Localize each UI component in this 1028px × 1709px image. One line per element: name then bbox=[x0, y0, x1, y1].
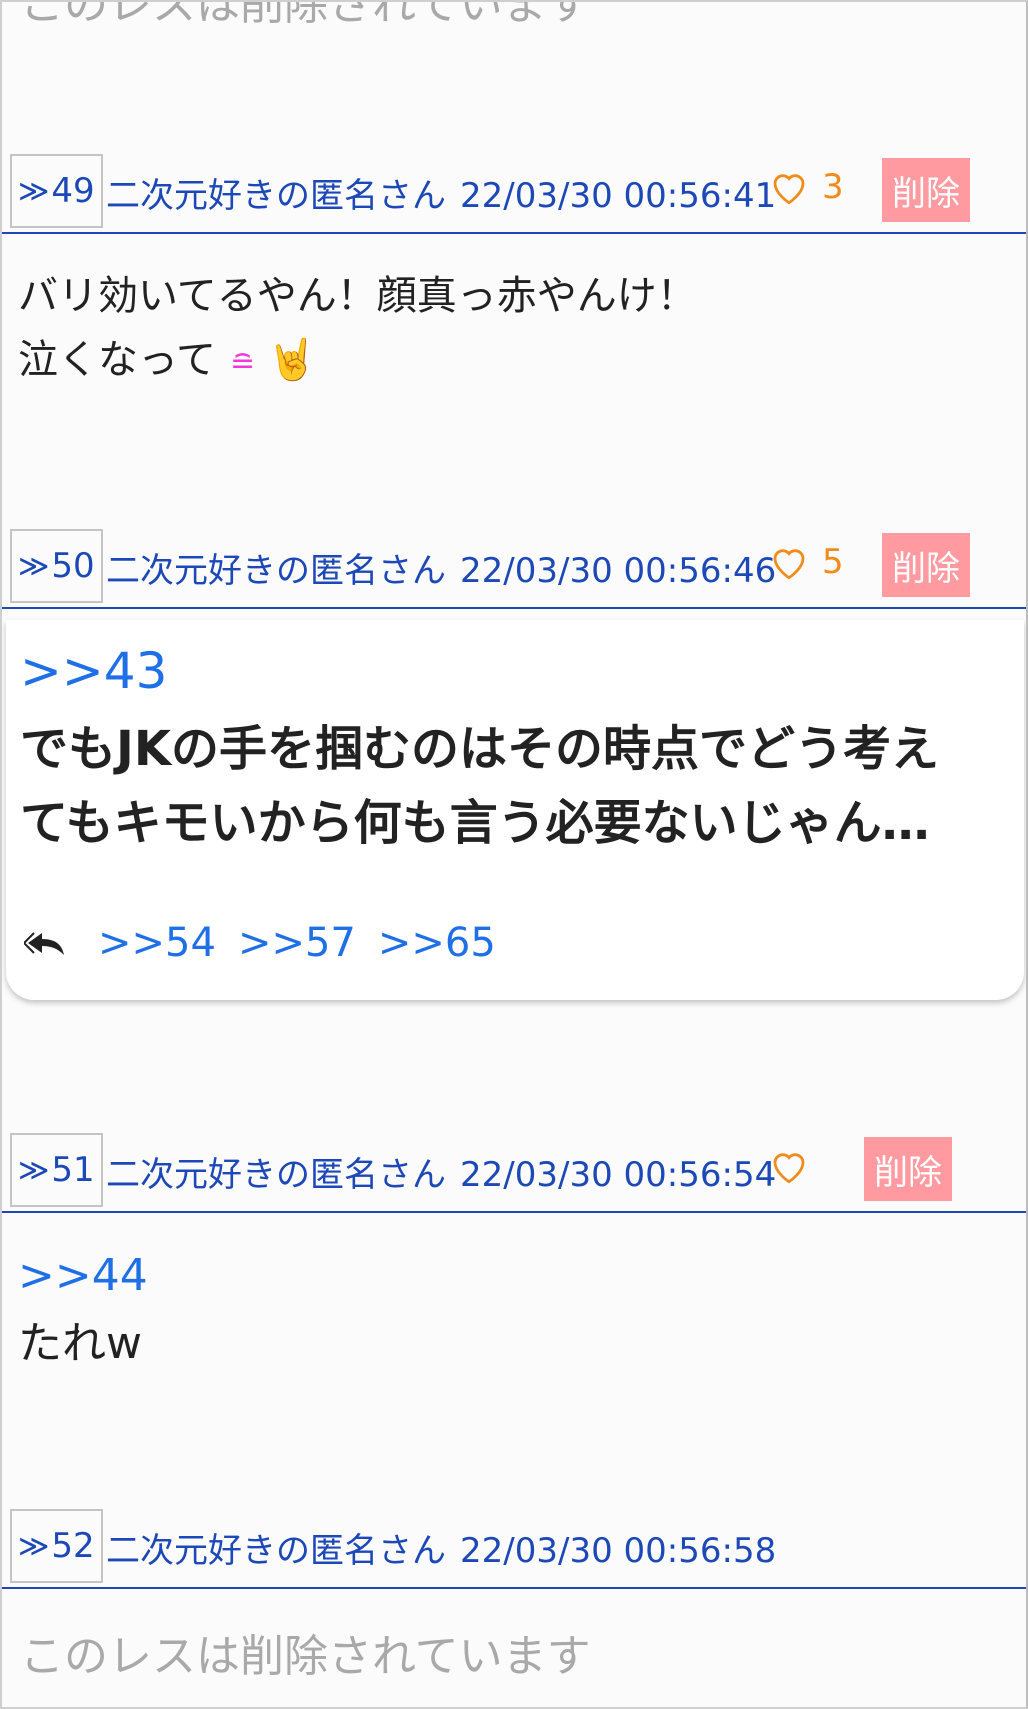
quote-anchor-link[interactable]: >>44 bbox=[18, 1242, 148, 1310]
post-body-51: >>44 たれw bbox=[18, 1242, 148, 1378]
reply-icon bbox=[24, 932, 64, 955]
post-date: 22/03/30 00:56:58 bbox=[460, 1531, 777, 1571]
post-meta: 二次元好きの匿名さん 22/03/30 00:56:46 bbox=[106, 543, 776, 592]
double-chevron-right-icon: ≫ bbox=[18, 1152, 50, 1188]
deleted-message-top: このレスは削除されています bbox=[20, 0, 591, 30]
post-line-2: 泣くなって ≘ 🤘 bbox=[18, 337, 317, 383]
poster-name: 二次元好きの匿名さん bbox=[106, 551, 446, 591]
post-date: 22/03/30 00:56:46 bbox=[460, 551, 777, 591]
post-number-button[interactable]: ≫ 52 bbox=[10, 1509, 103, 1583]
poster-name: 二次元好きの匿名さん bbox=[106, 1531, 446, 1571]
reply-link[interactable]: >>57 bbox=[238, 920, 356, 966]
like-count: 3 bbox=[822, 167, 844, 207]
double-chevron-right-icon: ≫ bbox=[18, 1528, 50, 1564]
replies-row: >>54 >>57 >>65 bbox=[24, 920, 518, 966]
heart-outline-icon bbox=[773, 1153, 805, 1184]
like-button[interactable]: 5 bbox=[768, 541, 844, 583]
post-date: 22/03/30 00:56:54 bbox=[460, 1155, 777, 1195]
post-meta: 二次元好きの匿名さん 22/03/30 00:56:54 bbox=[106, 1147, 776, 1196]
post-header-50: ≫ 50 二次元好きの匿名さん 22/03/30 00:56:46 5 削除 bbox=[2, 529, 1026, 609]
post-date: 22/03/30 00:56:41 bbox=[460, 176, 777, 216]
deleted-message: このレスは削除されています bbox=[20, 1631, 591, 1682]
sign-of-horns-emoji: 🤘 bbox=[267, 337, 317, 383]
post-header-49: ≫ 49 二次元好きの匿名さん 22/03/30 00:56:41 3 削除 bbox=[2, 154, 1026, 234]
like-button[interactable] bbox=[768, 1145, 822, 1187]
post-line: でもJKの手を掴むのはその時点でどう考え bbox=[20, 721, 940, 777]
heart-outline-icon bbox=[773, 549, 805, 580]
post-meta: 二次元好きの匿名さん 22/03/30 00:56:58 bbox=[106, 1523, 776, 1572]
post-number-button[interactable]: ≫ 51 bbox=[10, 1133, 103, 1207]
post-line: たれw bbox=[18, 1318, 142, 1369]
double-chevron-right-icon: ≫ bbox=[18, 548, 50, 584]
post-header-52: ≫ 52 二次元好きの匿名さん 22/03/30 00:56:58 bbox=[2, 1509, 1026, 1589]
post-meta: 二次元好きの匿名さん 22/03/30 00:56:41 bbox=[106, 168, 776, 217]
quote-anchor-link[interactable]: >>43 bbox=[20, 642, 167, 700]
double-chevron-right-icon: ≫ bbox=[18, 173, 50, 209]
reply-link[interactable]: >>65 bbox=[378, 920, 496, 966]
delete-button[interactable]: 削除 bbox=[882, 158, 970, 222]
thread-view: このレスは削除されています ≫ 49 二次元好きの匿名さん 22/03/30 00:… bbox=[0, 0, 1028, 1709]
post-number-button[interactable]: ≫ 49 bbox=[10, 154, 103, 228]
post-header-51: ≫ 51 二次元好きの匿名さん 22/03/30 00:56:54 削除 bbox=[2, 1133, 1026, 1213]
post-text: でもJKの手を掴むのはその時点でどう考え てもキモいから何も言う必要ないじゃん… bbox=[20, 712, 939, 860]
delete-button[interactable]: 削除 bbox=[864, 1137, 952, 1201]
like-button[interactable]: 3 bbox=[768, 166, 844, 208]
delete-button[interactable]: 削除 bbox=[882, 533, 970, 597]
poster-name: 二次元好きの匿名さん bbox=[106, 176, 446, 216]
reply-link[interactable]: >>54 bbox=[98, 920, 216, 966]
post-line: バリ効いてるやん！顔真っ赤やんけ！ bbox=[18, 273, 697, 319]
post-body-49: バリ効いてるやん！顔真っ赤やんけ！ 泣くなって ≘ 🤘 bbox=[18, 264, 697, 396]
post-line: てもキモいから何も言う必要ないじゃん… bbox=[20, 795, 930, 851]
heart-outline-icon bbox=[773, 174, 805, 205]
poster-name: 二次元好きの匿名さん bbox=[106, 1155, 446, 1195]
post-number-button[interactable]: ≫ 50 bbox=[10, 529, 103, 603]
like-count: 5 bbox=[822, 542, 844, 582]
post-body-50-card: >>43 でもJKの手を掴むのはその時点でどう考え てもキモいから何も言う必要な… bbox=[6, 620, 1024, 1000]
face-emoji: ≘ bbox=[230, 346, 256, 381]
